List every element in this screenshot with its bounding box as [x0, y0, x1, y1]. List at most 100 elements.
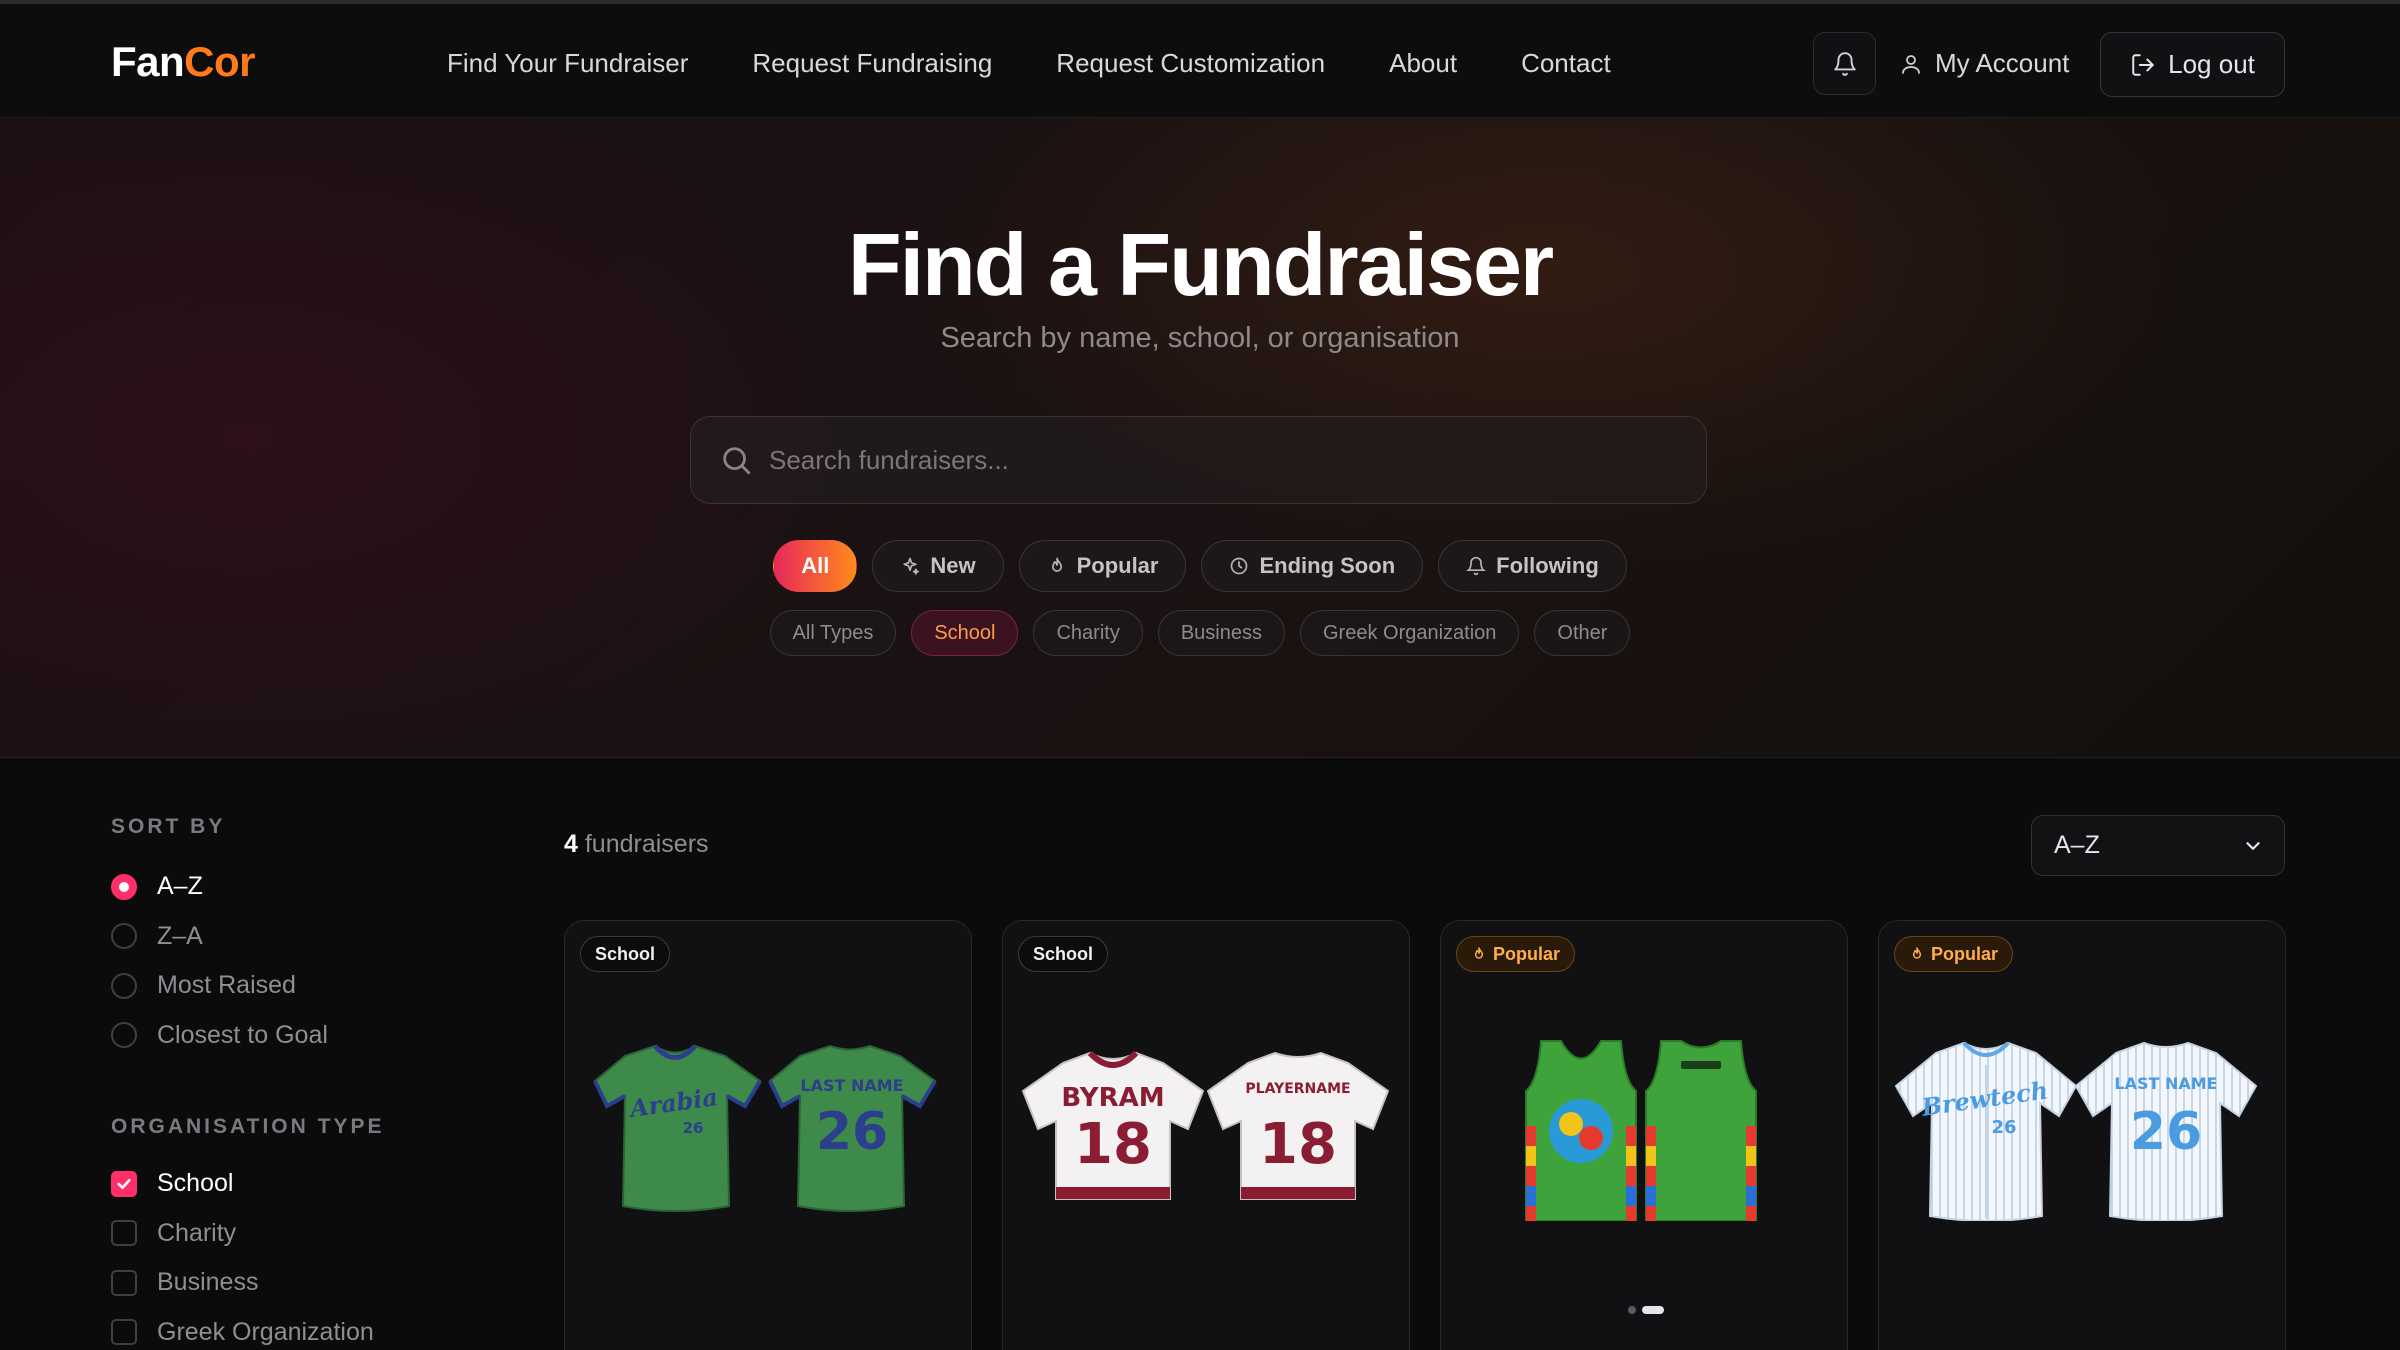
sort-by-heading: SORT BY [111, 815, 226, 838]
search-box [690, 416, 1707, 504]
my-account-label: My Account [1935, 48, 2070, 78]
nav-request-fundraising[interactable]: Request Fundraising [752, 48, 992, 79]
radio-button[interactable] [111, 873, 137, 900]
fundraiser-card[interactable]: Popular Brewtech 26 LAST NAME 26 [1878, 920, 2286, 1350]
logout-label: Log out [2168, 49, 2255, 79]
nav-find-your-fundraiser[interactable]: Find Your Fundraiser [447, 48, 688, 79]
organisation-type-heading: ORGANISATION TYPE [111, 1115, 385, 1138]
status-filter-pills: All New Popular Ending Soon Following [0, 540, 2400, 592]
jersey-back-name: LAST NAME [2114, 1074, 2217, 1093]
nav-contact[interactable]: Contact [1521, 48, 1611, 79]
carousel-dot-active[interactable] [1642, 1306, 1664, 1314]
fundraiser-card[interactable]: School Arabia 26 LAST NAME 26 [564, 920, 972, 1350]
jersey-front-number: 18 [1074, 1112, 1152, 1177]
org-option-business[interactable]: Business [111, 1258, 441, 1308]
org-option-label: Charity [157, 1218, 237, 1247]
checkbox[interactable] [111, 1269, 137, 1296]
sort-option-a-z[interactable]: A–Z [111, 862, 441, 912]
page-subtitle: Search by name, school, or organisation [940, 322, 1460, 354]
notifications-button[interactable] [1813, 32, 1876, 95]
sort-option-label: A–Z [157, 872, 203, 901]
fundraiser-card[interactable]: Popular [1440, 920, 1848, 1350]
sort-option-label: Most Raised [157, 971, 296, 1000]
sort-option-most-raised[interactable]: Most Raised [111, 961, 441, 1011]
sort-options: A–Z Z–A Most Raised Closest to Goal [111, 862, 441, 1060]
sort-option-z-a[interactable]: Z–A [111, 912, 441, 962]
type-other[interactable]: Other [1534, 610, 1631, 656]
chevron-down-icon [2246, 841, 2260, 850]
card-badge-popular: Popular [1894, 936, 2014, 972]
jersey-front-text: BYRAM [1061, 1083, 1164, 1113]
nav-about[interactable]: About [1389, 48, 1457, 79]
radio-button[interactable] [111, 1022, 137, 1049]
main-nav: Find Your Fundraiser Request Fundraising… [447, 48, 1611, 79]
bell-icon [1833, 51, 1856, 76]
org-option-charity[interactable]: Charity [111, 1209, 441, 1259]
my-account-link[interactable]: My Account [1899, 48, 2069, 79]
results-count-number: 4 [564, 830, 578, 858]
bell-icon [1466, 556, 1487, 576]
jersey-back-number: 26 [816, 1102, 888, 1162]
card-badge-popular: Popular [1456, 936, 1576, 972]
logout-button[interactable]: Log out [2100, 32, 2285, 97]
search-icon [723, 447, 751, 475]
page-title: Find a Fundraiser [847, 215, 1554, 314]
sort-dropdown[interactable]: A–Z [2031, 815, 2285, 876]
results-count: 4 fundraisers [564, 830, 709, 859]
filter-following[interactable]: Following [1438, 540, 1627, 592]
type-school[interactable]: School [911, 610, 1019, 656]
card-badge-school: School [580, 936, 671, 972]
org-option-label: Greek Organization [157, 1317, 374, 1346]
flame-icon [1912, 947, 1922, 959]
nav-request-customization[interactable]: Request Customization [1056, 48, 1325, 79]
sparkle-icon [903, 557, 920, 575]
sort-option-closest-to-goal[interactable]: Closest to Goal [111, 1011, 441, 1061]
logo-text-fan: Fan [111, 38, 185, 85]
search-input[interactable] [769, 417, 1669, 503]
filter-popular[interactable]: Popular [1018, 540, 1187, 592]
type-greek-organization[interactable]: Greek Organization [1300, 610, 1520, 656]
filter-sidebar: SORT BY A–Z Z–A Most Raised Closest to G… [111, 815, 441, 1350]
checkmark-icon [117, 1178, 131, 1189]
filter-ending-soon-label: Ending Soon [1259, 553, 1396, 578]
org-option-greek-organization[interactable]: Greek Organization [111, 1308, 441, 1350]
carousel-dot[interactable] [1628, 1306, 1636, 1314]
carousel-dots[interactable] [1628, 1306, 1664, 1314]
jersey-back-name: LAST NAME [800, 1076, 903, 1095]
type-all-types[interactable]: All Types [769, 610, 897, 656]
radio-button[interactable] [111, 923, 137, 950]
type-business[interactable]: Business [1157, 610, 1285, 656]
logo-text-cor: Cor [184, 38, 256, 85]
jersey-back-name: PLAYERNAME [1245, 1081, 1350, 1097]
top-navigation-bar: FanCor Find Your Fundraiser Request Fund… [0, 0, 2400, 118]
org-option-school[interactable]: School [111, 1159, 441, 1209]
fundraiser-grid: School Arabia 26 LAST NAME 26 School BYR… [564, 920, 2286, 1350]
results-count-label: fundraisers [584, 830, 709, 858]
checkbox[interactable] [111, 1319, 137, 1346]
org-option-label: Business [157, 1268, 259, 1297]
sort-option-label: Closest to Goal [157, 1020, 328, 1049]
fundraiser-card[interactable]: School BYRAM 18 PLAYERNAME 18 [1002, 920, 1410, 1350]
radio-button[interactable] [111, 972, 137, 999]
sort-dropdown-value: A–Z [2054, 831, 2100, 859]
jersey-product-image [1525, 1040, 1757, 1221]
jersey-product-image: Brewtech 26 LAST NAME 26 [1894, 1041, 2258, 1221]
filter-popular-label: Popular [1076, 553, 1159, 578]
type-filter-chips: All Types School Charity Business Greek … [0, 610, 2400, 656]
jersey-product-image: Arabia 26 LAST NAME 26 [593, 1044, 937, 1212]
jersey-product-image: BYRAM 18 PLAYERNAME 18 [1021, 1050, 1390, 1200]
filter-new[interactable]: New [872, 540, 1004, 592]
flame-icon [1474, 947, 1484, 959]
filter-all[interactable]: All [773, 540, 858, 592]
hero-section: Find a Fundraiser Search by name, school… [0, 118, 2400, 758]
organisation-type-options: School Charity Business Greek Organizati… [111, 1159, 441, 1350]
org-option-label: School [157, 1169, 234, 1198]
filter-all-label: All [801, 553, 830, 578]
checkbox[interactable] [111, 1170, 137, 1197]
checkbox[interactable] [111, 1220, 137, 1247]
badge-label: Popular [1493, 943, 1561, 964]
fancor-logo[interactable]: FanCor [111, 38, 256, 86]
filter-ending-soon[interactable]: Ending Soon [1201, 540, 1424, 592]
user-icon [1902, 54, 1920, 74]
type-charity[interactable]: Charity [1033, 610, 1143, 656]
